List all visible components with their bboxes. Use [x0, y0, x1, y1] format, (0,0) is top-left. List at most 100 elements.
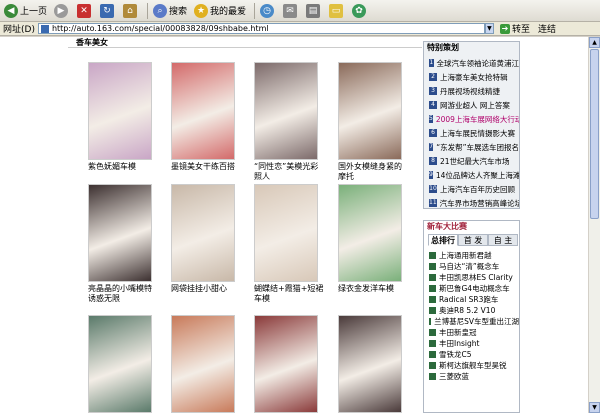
photo-item[interactable]	[171, 315, 235, 413]
photo-image[interactable]	[171, 62, 235, 160]
list-bullet-icon	[429, 296, 436, 303]
refresh-button[interactable]: ↻	[98, 2, 118, 20]
new-car-item[interactable]: 马自达“清”概念车	[429, 261, 519, 272]
go-arrow-icon: ➔	[499, 23, 510, 34]
history-button[interactable]: ◷	[258, 2, 278, 20]
photo-item[interactable]: 绿衣金发洋车模	[338, 184, 402, 294]
photo-caption[interactable]: 紫色妩媚车模	[88, 162, 158, 172]
photo-caption[interactable]: “同性恋”美模光彩照人	[254, 162, 324, 182]
special-item[interactable]: 7 “东发帮”车展选车团报名	[429, 141, 519, 153]
photo-caption[interactable]: 墨镜美女干练百搭	[171, 162, 241, 172]
photo-caption[interactable]: 蝴蝶结+霞猫+短裙车模	[254, 284, 324, 304]
new-car-item[interactable]: Radical SR3跑车	[429, 294, 519, 305]
photo-item[interactable]: 蝴蝶结+霞猫+短裙车模	[254, 184, 323, 304]
photo-item[interactable]	[338, 315, 402, 413]
scroll-thumb[interactable]	[590, 49, 599, 219]
search-icon: ⌕	[153, 3, 168, 18]
tab-domestic[interactable]: 自 主	[488, 234, 518, 246]
list-bullet-icon	[429, 362, 436, 369]
special-item[interactable]: 10 上海汽车百年历史回顾	[429, 183, 519, 195]
special-item[interactable]: 9 14位品牌达人齐聚上海滩	[429, 169, 519, 181]
photo-item[interactable]: 网袋挂挂小甜心	[171, 184, 235, 294]
photo-item[interactable]: 紫色妩媚车模	[88, 62, 152, 172]
new-car-item[interactable]: 兰博基尼SV车型重出江湖	[429, 316, 519, 327]
print-icon: ▤	[306, 3, 321, 18]
photo-item[interactable]: 墨镜美女干练百搭	[171, 62, 235, 172]
star-icon: ★	[194, 3, 209, 18]
favorites-button[interactable]: ★ 我的最爱	[192, 2, 248, 20]
address-dropdown[interactable]: ▼	[484, 23, 494, 34]
rank-badge: 9	[429, 171, 433, 179]
special-item[interactable]: 8 21世纪最大汽车市场	[429, 155, 519, 167]
photo-item[interactable]: 亮晶晶的小嘴模特诱惑无限	[88, 184, 152, 304]
forward-button[interactable]: ▶	[52, 2, 72, 20]
photo-image[interactable]	[88, 62, 152, 160]
print-button[interactable]: ▤	[304, 2, 324, 20]
photo-caption[interactable]: 亮晶晶的小嘴模特诱惑无限	[88, 284, 158, 304]
photo-image[interactable]	[171, 184, 235, 282]
url-text: http://auto.163.com/special/00083828/09s…	[51, 24, 269, 33]
photo-image[interactable]	[254, 184, 318, 282]
rank-badge: 5	[429, 115, 433, 123]
history-icon: ◷	[260, 3, 275, 18]
new-car-item[interactable]: 雪铁龙C5	[429, 349, 519, 360]
photo-item[interactable]	[254, 315, 318, 413]
new-car-item[interactable]: 奥迪R8 5.2 V10	[429, 305, 519, 316]
photo-caption[interactable]: 绿衣金发洋车模	[338, 284, 408, 294]
scroll-down-button[interactable]: ▼	[589, 402, 600, 413]
new-cars-panel: 新车大比赛 总排行 首 发 自 主 上海通用新君越 马自达“清”概念车 丰田凯思…	[423, 220, 520, 413]
gallery-divider	[68, 47, 422, 48]
photo-image[interactable]	[254, 62, 318, 160]
edit-button[interactable]: ▭	[327, 2, 347, 20]
special-item[interactable]: 1 全球汽车领袖论道黄浦江	[429, 57, 519, 69]
home-button[interactable]: ⌂	[121, 2, 141, 20]
search-button[interactable]: ⌕ 搜索	[151, 2, 189, 20]
page-viewport: 香车美女 紫色妩媚车模 墨镜美女干练百搭 “同性恋”美模光彩照人 国外女模缝身紧…	[0, 37, 588, 413]
special-item[interactable]: 2 上海豪车美女抢特辑	[429, 71, 519, 83]
mail-button[interactable]: ✉	[281, 2, 301, 20]
special-features-panel: 特别策划 1 全球汽车领袖论道黄浦江 2 上海豪车美女抢特辑 3 丹展视场视线精捷 4…	[423, 41, 520, 209]
photo-image[interactable]	[338, 315, 402, 413]
photo-item[interactable]: 国外女模缝身紧的摩托	[338, 62, 402, 182]
special-item[interactable]: 5 2009上海车展网络大行动	[429, 113, 519, 125]
links-button[interactable]: 连结	[538, 22, 556, 35]
photo-image[interactable]	[338, 62, 402, 160]
photo-item[interactable]	[88, 315, 152, 413]
new-car-item[interactable]: 上海通用新君越	[429, 250, 519, 261]
photo-gallery: 香车美女 紫色妩媚车模 墨镜美女干练百搭 “同性恋”美模光彩照人 国外女模缝身紧…	[68, 37, 422, 413]
toolbar-separator	[147, 2, 149, 19]
photo-item[interactable]: “同性恋”美模光彩照人	[254, 62, 318, 182]
special-item[interactable]: 3 丹展视场视线精捷	[429, 85, 519, 97]
special-item[interactable]: 11 汽车界市场营销高峰论坛	[429, 197, 519, 209]
new-car-item[interactable]: 丰田Insight	[429, 338, 519, 349]
special-item[interactable]: 6 上海车展民情摄影大赛	[429, 127, 519, 139]
photo-image[interactable]	[254, 315, 318, 413]
url-input[interactable]: http://auto.163.com/special/00083828/09s…	[37, 23, 485, 34]
list-bullet-icon	[429, 285, 436, 292]
new-cars-title: 新车大比赛	[427, 222, 467, 231]
new-car-item[interactable]: 丰田新皇冠	[429, 327, 519, 338]
new-car-item[interactable]: 斯柯达旗舰车型昊锐	[429, 360, 519, 371]
new-car-item[interactable]: 丰田凯思林ES Clarity	[429, 272, 519, 283]
photo-image[interactable]	[338, 184, 402, 282]
photo-image[interactable]	[88, 184, 152, 282]
photo-caption[interactable]: 网袋挂挂小甜心	[171, 284, 241, 294]
scroll-up-button[interactable]: ▲	[589, 37, 600, 48]
list-bullet-icon	[429, 252, 436, 259]
rank-badge: 6	[429, 129, 437, 137]
photo-image[interactable]	[88, 315, 152, 413]
photo-caption[interactable]: 国外女模缝身紧的摩托	[338, 162, 408, 182]
stop-button[interactable]: ✕	[75, 2, 95, 20]
new-car-item[interactable]: 斯巴鲁G4电动概念车	[429, 283, 519, 294]
special-item[interactable]: 4 网游业超人 网上答案	[429, 99, 519, 111]
back-button[interactable]: ◀ 上一页	[2, 2, 49, 20]
new-car-item[interactable]: 三菱欧蓝	[429, 371, 519, 382]
rank-badge: 10	[429, 185, 437, 193]
tab-overall[interactable]: 总排行	[428, 234, 458, 246]
tab-debut[interactable]: 首 发	[458, 234, 488, 246]
messenger-button[interactable]: ✿	[350, 2, 370, 20]
rank-badge: 4	[429, 101, 437, 109]
vertical-scrollbar[interactable]: ▲ ▼	[588, 37, 600, 413]
go-button[interactable]: ➔ 转至	[499, 22, 530, 35]
photo-image[interactable]	[171, 315, 235, 413]
